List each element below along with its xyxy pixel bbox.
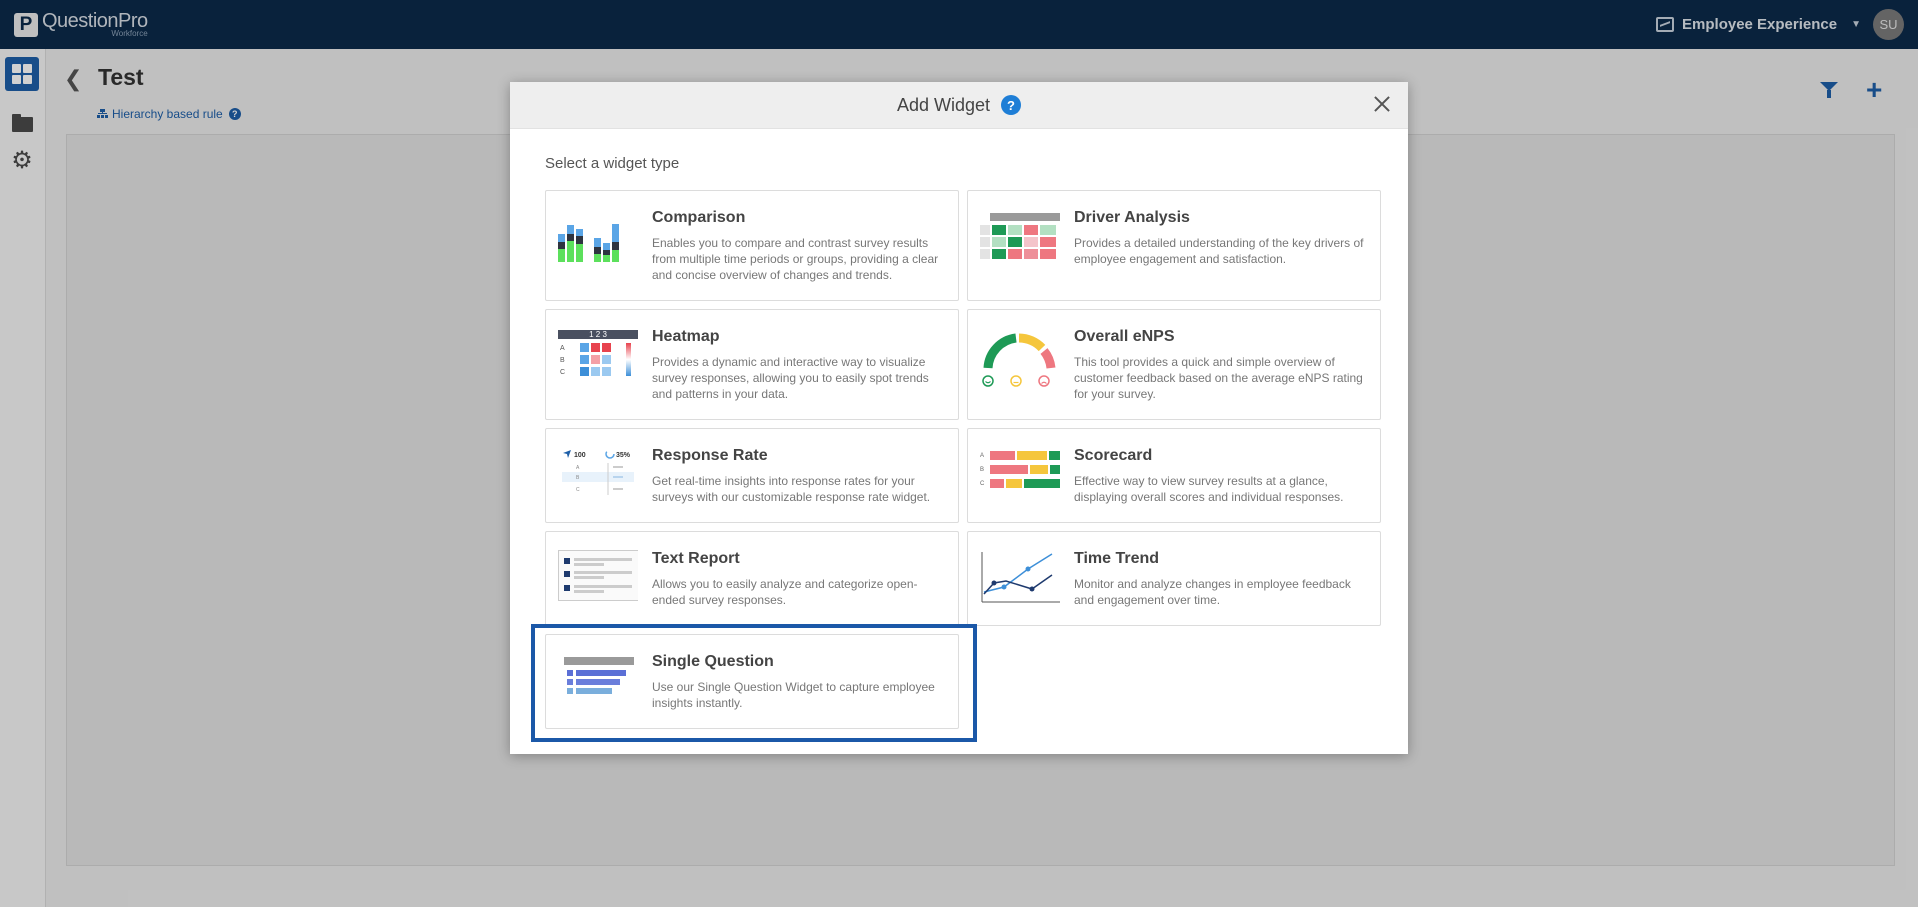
widget-card-overall-enps[interactable]: Overall eNPS This tool provides a quick … <box>967 309 1381 420</box>
help-icon[interactable]: ? <box>1001 95 1022 115</box>
widget-card-comparison[interactable]: Comparison Enables you to compare and co… <box>545 190 959 301</box>
widget-description: Enables you to compare and contrast surv… <box>652 236 939 282</box>
widget-description: Effective way to view survey results at … <box>1074 474 1344 504</box>
text-report-icon <box>558 550 638 620</box>
heatmap-icon: 1 2 3 A B C <box>558 328 638 398</box>
heatmap-icon-row-c: C <box>560 369 565 376</box>
widget-card-driver-analysis[interactable]: Driver Analysis Provides a detailed unde… <box>967 190 1381 301</box>
widget-title: Driver Analysis <box>1074 209 1190 226</box>
scorecard-icon-row-a: A <box>980 453 984 459</box>
widget-title: Overall eNPS <box>1074 328 1175 345</box>
widget-card-heatmap[interactable]: 1 2 3 A B C Heatmap Provides a dynamic a… <box>545 309 959 420</box>
selection-highlight <box>531 624 977 742</box>
widget-description: Get real-time insights into response rat… <box>652 474 931 504</box>
modal-header: Add Widget ? <box>510 82 1408 129</box>
widget-card-time-trend[interactable]: Time Trend Monitor and analyze changes i… <box>967 531 1381 626</box>
widget-card-scorecard[interactable]: A B C Scorecard Effective way to view su… <box>967 428 1381 523</box>
heatmap-icon-row-b: B <box>560 357 565 364</box>
response-rate-icon-row-c: C <box>576 487 580 493</box>
widget-title: Heatmap <box>652 328 720 345</box>
widget-description: Provides a dynamic and interactive way t… <box>652 355 929 401</box>
response-rate-icon: 100 35% A B C <box>558 447 638 517</box>
scorecard-icon-row-c: C <box>980 481 985 487</box>
widget-type-subtitle: Select a widget type <box>545 155 680 172</box>
enps-gauge-icon <box>980 328 1060 398</box>
widget-card-text-report[interactable]: Text Report Allows you to easily analyze… <box>545 531 959 626</box>
time-trend-chart-icon <box>980 550 1060 620</box>
widget-title: Response Rate <box>652 447 768 464</box>
modal-title: Add Widget <box>896 94 991 115</box>
response-rate-icon-row-a: A <box>576 465 580 471</box>
widget-title: Comparison <box>652 209 746 226</box>
scorecard-icon-row-b: B <box>980 467 984 473</box>
response-rate-icon-percent: 35% <box>616 452 631 459</box>
comparison-chart-icon <box>558 209 638 279</box>
widget-description: Allows you to easily analyze and categor… <box>652 577 918 607</box>
widget-title: Text Report <box>652 550 740 567</box>
scorecard-icon: A B C <box>980 447 1060 517</box>
response-rate-icon-count: 100 <box>574 452 586 459</box>
widget-description: This tool provides a quick and simple ov… <box>1074 355 1363 401</box>
widget-card-response-rate[interactable]: 100 35% A B C Response Rate Get real-tim… <box>545 428 959 523</box>
add-widget-modal: Add Widget ? Select a widget type Compar… <box>510 82 1408 754</box>
heatmap-icon-columns: 1 2 3 <box>589 330 607 339</box>
widget-title: Time Trend <box>1074 550 1160 567</box>
widget-description: Monitor and analyze changes in employee … <box>1074 577 1351 607</box>
heatmap-icon-row-a: A <box>560 345 565 352</box>
widget-description: Provides a detailed understanding of the… <box>1074 236 1364 266</box>
close-icon[interactable] <box>1372 94 1392 114</box>
widget-title: Scorecard <box>1074 447 1153 464</box>
driver-analysis-icon <box>980 209 1060 279</box>
